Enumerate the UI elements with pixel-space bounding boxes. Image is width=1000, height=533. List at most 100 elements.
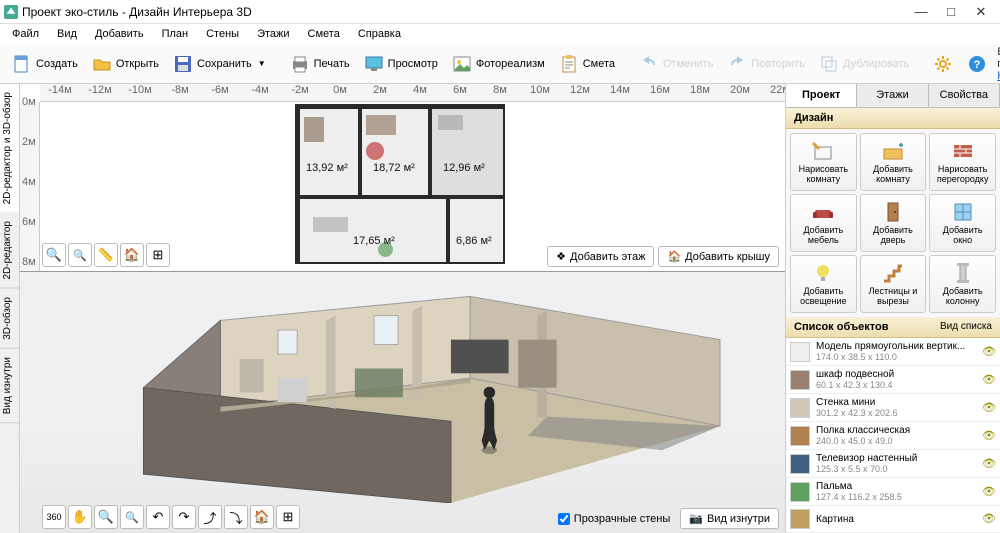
zoom-in-button[interactable]: 🔍 (42, 243, 66, 267)
settings-button[interactable] (927, 51, 959, 77)
vertical-ruler: 0м2м4м6м8м (20, 102, 40, 271)
print-button[interactable]: Печать (284, 51, 356, 77)
layers-icon: ❖ (556, 250, 566, 263)
object-thumbnail (790, 509, 810, 529)
lightbulb-icon (811, 261, 835, 285)
floor-plan[interactable]: 13,92 м² 18,72 м² 12,96 м² 17,65 м² 6,86… (295, 104, 505, 264)
visibility-toggle-icon[interactable]: 👁 (982, 429, 996, 443)
tab-floors[interactable]: Этажи (857, 84, 928, 107)
close-button[interactable]: ✕ (966, 4, 996, 20)
object-dimensions: 60.1 x 42.3 x 130.4 (816, 380, 976, 390)
object-list-item[interactable]: Стенка мини301.2 x 42.3 x 202.6👁 (786, 394, 1000, 422)
rotate-cw-button[interactable]: ↷ (172, 505, 196, 529)
add-floor-button[interactable]: ❖Добавить этаж (547, 246, 654, 267)
menu-walls[interactable]: Стены (198, 26, 247, 42)
tilt-down-button[interactable]: ⤵ (224, 505, 248, 529)
image-icon (452, 54, 472, 74)
visibility-toggle-icon[interactable]: 👁 (982, 512, 996, 526)
room-area-label: 6,86 м² (456, 235, 492, 247)
photorealism-button[interactable]: Фотореализм (446, 51, 551, 77)
tilt-up-button[interactable]: ⤴ (198, 505, 222, 529)
visibility-toggle-icon[interactable]: 👁 (982, 345, 996, 359)
object-name: Картина (816, 514, 976, 525)
undo-icon (639, 54, 659, 74)
column-icon (951, 261, 975, 285)
2d-viewport[interactable]: -14м-12м-10м-8м-6м-4м-2м0м2м4м6м8м10м12м… (20, 84, 785, 272)
open-button[interactable]: Открыть (86, 51, 165, 77)
2d-toolbar: 🔍 🔍 📏 🏠 ⊞ (42, 243, 170, 267)
draw-partition-button[interactable]: Нарисовать перегородку (929, 133, 996, 191)
menu-estimate[interactable]: Смета (300, 26, 348, 42)
rotate-ccw-button[interactable]: ↶ (146, 505, 170, 529)
object-list-item[interactable]: шкаф подвесной60.1 x 42.3 x 130.4👁 (786, 366, 1000, 394)
menu-view[interactable]: Вид (49, 26, 85, 42)
zoom-out-3d-button[interactable]: 🔍 (120, 505, 144, 529)
save-button[interactable]: Сохранить▼ (167, 51, 272, 77)
room-area-label: 13,92 м² (306, 162, 348, 174)
duplicate-button[interactable]: Дублировать (813, 51, 915, 77)
visibility-toggle-icon[interactable]: 👁 (982, 373, 996, 387)
menu-floors[interactable]: Этажи (249, 26, 297, 42)
object-list-item[interactable]: Телевизор настенный125.3 x 5.5 x 70.0👁 (786, 450, 1000, 478)
3d-scene[interactable] (70, 282, 755, 503)
list-view-toggle[interactable]: Вид списка (940, 321, 992, 333)
home-button[interactable]: 🏠 (120, 243, 144, 267)
object-list-item[interactable]: Пальма127.4 x 116.2 x 258.5👁 (786, 478, 1000, 506)
help-button[interactable]: ? (961, 51, 993, 77)
vtab-inside-view[interactable]: Вид изнутри (0, 349, 19, 423)
vtab-3d-view[interactable]: 3D-обзор (0, 289, 19, 349)
tab-properties[interactable]: Свойства (929, 84, 1000, 107)
fit-button[interactable]: ⊞ (146, 243, 170, 267)
visibility-toggle-icon[interactable]: 👁 (982, 457, 996, 471)
maximize-button[interactable]: □ (936, 4, 966, 19)
add-column-button[interactable]: Добавить колонну (929, 255, 996, 313)
object-list[interactable]: Модель прямоугольник вертик...174.0 x 38… (786, 338, 1000, 533)
3d-viewport[interactable]: 360 ✋ 🔍 🔍 ↶ ↷ ⤴ ⤵ 🏠 ⊞ Прозрачные стены 📷… (20, 272, 785, 533)
menu-plan[interactable]: План (154, 26, 197, 42)
preview-button[interactable]: Просмотр (358, 51, 444, 77)
tab-project[interactable]: Проект (786, 84, 857, 107)
stairs-button[interactable]: Лестницы и вырезы (860, 255, 927, 313)
add-room-button[interactable]: Добавить комнату (860, 133, 927, 191)
menu-add[interactable]: Добавить (87, 26, 152, 42)
visibility-toggle-icon[interactable]: 👁 (982, 401, 996, 415)
object-list-item[interactable]: Модель прямоугольник вертик...174.0 x 38… (786, 338, 1000, 366)
undo-button[interactable]: Отменить (633, 51, 719, 77)
pencil-room-icon (811, 139, 835, 163)
brick-wall-icon (951, 139, 975, 163)
measure-button[interactable]: 📏 (94, 243, 118, 267)
add-window-button[interactable]: Добавить окно (929, 194, 996, 252)
right-panel: Проект Этажи Свойства Дизайн Нарисовать … (785, 84, 1000, 533)
room-area-label: 18,72 м² (373, 162, 415, 174)
create-button[interactable]: Создать (6, 51, 84, 77)
object-thumbnail (790, 342, 810, 362)
visibility-toggle-icon[interactable]: 👁 (982, 485, 996, 499)
menu-file[interactable]: Файл (4, 26, 47, 42)
home-3d-button[interactable]: 🏠 (250, 505, 274, 529)
orbit-button[interactable]: 360 (42, 505, 66, 529)
fit-3d-button[interactable]: ⊞ (276, 505, 300, 529)
menu-help[interactable]: Справка (350, 26, 409, 42)
object-list-item[interactable]: Картина 👁 (786, 506, 1000, 533)
pan-button[interactable]: ✋ (68, 505, 92, 529)
estimate-button[interactable]: Смета (553, 51, 621, 77)
transparent-walls-checkbox[interactable]: Прозрачные стены (558, 513, 670, 525)
add-roof-button[interactable]: 🏠Добавить крышу (658, 246, 779, 267)
folder-open-icon (92, 54, 112, 74)
redo-button[interactable]: Повторить (721, 51, 811, 77)
add-light-button[interactable]: Добавить освещение (790, 255, 857, 313)
draw-room-button[interactable]: Нарисовать комнату (790, 133, 857, 191)
titlebar: Проект эко-стиль - Дизайн Интерьера 3D —… (0, 0, 1000, 24)
zoom-out-button[interactable]: 🔍 (68, 243, 92, 267)
vtab-2d-editor[interactable]: 2D-редактор (0, 213, 19, 289)
minimize-button[interactable]: — (906, 4, 936, 19)
add-furniture-button[interactable]: Добавить мебель (790, 194, 857, 252)
window-title: Проект эко-стиль - Дизайн Интерьера 3D (22, 5, 906, 19)
zoom-in-3d-button[interactable]: 🔍 (94, 505, 118, 529)
vtab-2d-and-3d[interactable]: 2D-редактор и 3D-обзор (0, 84, 19, 213)
inside-view-button[interactable]: 📷Вид изнутри (680, 508, 779, 529)
object-thumbnail (790, 454, 810, 474)
add-door-button[interactable]: Добавить дверь (860, 194, 927, 252)
object-list-item[interactable]: Полка классическая240.0 x 45.0 x 49.0👁 (786, 422, 1000, 450)
vertical-view-tabs: 2D-редактор и 3D-обзор 2D-редактор 3D-об… (0, 84, 20, 533)
